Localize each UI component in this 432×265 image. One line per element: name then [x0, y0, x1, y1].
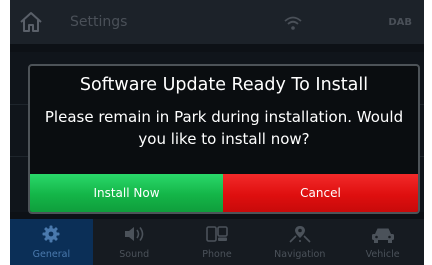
- tab-label: Sound: [119, 249, 150, 260]
- tab-label: General: [32, 249, 71, 260]
- install-now-button[interactable]: Install Now: [30, 174, 223, 212]
- bottom-tab-bar: General Sound Phone Navigation Vehicle: [10, 219, 424, 265]
- tab-label: Vehicle: [365, 249, 400, 260]
- update-dialog: Software Update Ready To Install Please …: [28, 64, 420, 214]
- infotainment-screen: Settings DAB Software Update Ready To In…: [10, 0, 424, 265]
- cancel-button[interactable]: Cancel: [223, 174, 418, 212]
- tab-label: Navigation: [274, 249, 326, 260]
- speaker-icon: [125, 227, 144, 241]
- tab-navigation[interactable]: Navigation: [258, 219, 341, 265]
- dialog-message: Please remain in Park during installatio…: [44, 108, 404, 148]
- tab-label: Phone: [202, 249, 232, 260]
- car-icon: [371, 228, 394, 243]
- tab-phone[interactable]: Phone: [176, 219, 259, 265]
- dialog-title: Software Update Ready To Install: [79, 75, 369, 95]
- navigation-icon: [289, 226, 311, 243]
- dab-badge: DAB: [388, 17, 412, 28]
- tab-general[interactable]: General: [10, 219, 93, 265]
- cancel-label: Cancel: [300, 186, 341, 200]
- wifi-icon: [284, 16, 302, 30]
- tab-sound[interactable]: Sound: [93, 219, 176, 265]
- gear-icon: [42, 225, 60, 243]
- install-now-label: Install Now: [93, 186, 160, 200]
- home-icon[interactable]: [18, 10, 44, 34]
- page-title: Settings: [70, 14, 128, 30]
- phone-icon: [206, 226, 228, 242]
- tab-vehicle[interactable]: Vehicle: [341, 219, 424, 265]
- top-bar: Settings DAB: [10, 0, 424, 44]
